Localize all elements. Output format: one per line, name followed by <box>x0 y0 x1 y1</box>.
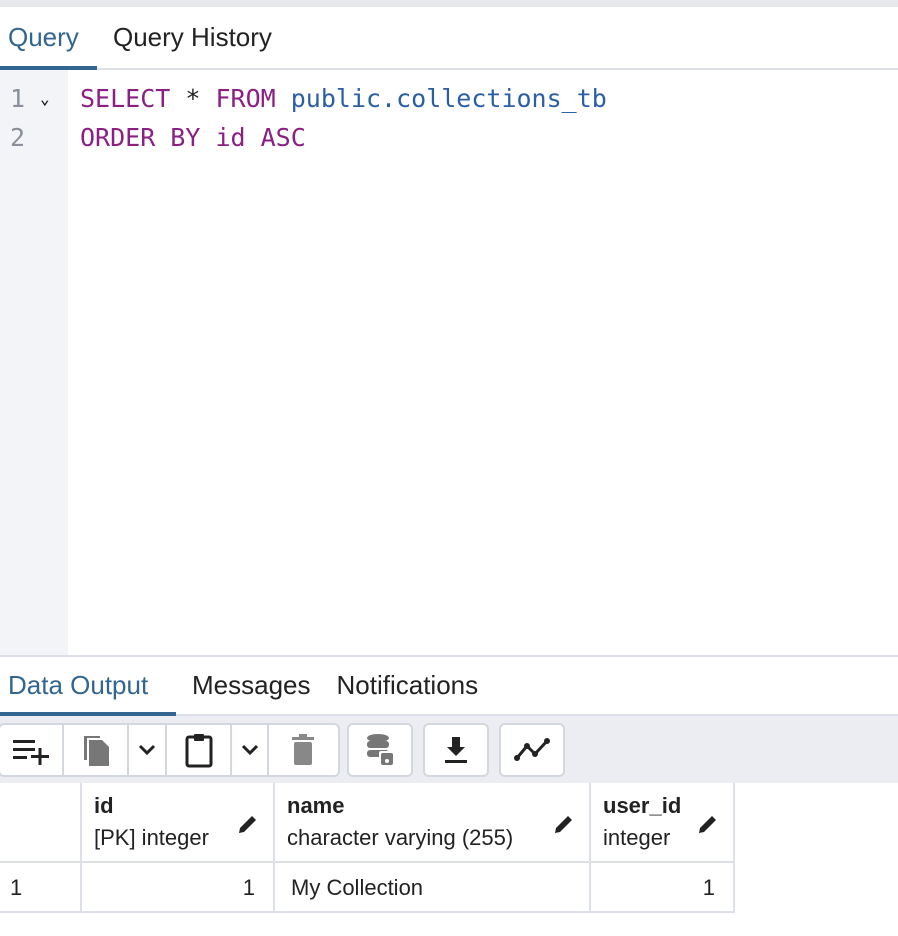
chevron-down-icon <box>139 744 156 756</box>
code-line[interactable]: ORDER BY id ASC <box>80 123 306 152</box>
download-icon <box>445 737 467 763</box>
line-number: 1 <box>10 84 26 113</box>
keyword: FROM <box>215 84 276 113</box>
output-tabs: Data Output Messages Notifications <box>0 655 898 716</box>
add-row-button[interactable] <box>0 725 65 775</box>
add-row-icon <box>13 740 50 765</box>
data-toolbar <box>0 716 898 783</box>
fold-chevron-icon[interactable]: ⌄ <box>40 89 50 108</box>
table-cell-user-id[interactable]: 1 <box>591 863 735 913</box>
chevron-down-icon <box>241 744 258 756</box>
sql-editor[interactable]: 1 ⌄ SELECT * FROM public.collections_tb … <box>0 70 898 655</box>
keyword: SELECT <box>80 84 171 113</box>
paste-button[interactable] <box>167 725 233 775</box>
query-tabs: Query Query History <box>0 7 898 70</box>
column-name: user_id <box>603 793 682 818</box>
tab-data-output[interactable]: Data Output <box>0 657 176 716</box>
table-cell-id[interactable]: 1 <box>82 863 275 913</box>
tab-query-history[interactable]: Query History <box>97 7 280 68</box>
copy-button[interactable] <box>64 725 130 775</box>
edit-pencil-icon[interactable] <box>553 813 575 835</box>
copy-icon <box>83 736 109 766</box>
column-type: character varying (255) <box>287 825 514 850</box>
column-name: name <box>287 793 345 818</box>
column-name: id <box>94 793 114 818</box>
row-number-cell[interactable]: 1 <box>0 863 82 913</box>
edit-button-group <box>0 723 340 777</box>
column-type: integer <box>603 825 671 850</box>
edit-pencil-icon[interactable] <box>697 813 719 835</box>
graph-visualiser-button[interactable] <box>501 725 563 775</box>
copy-options-dropdown[interactable] <box>129 725 168 775</box>
tab-query[interactable]: Query <box>0 7 97 70</box>
row-number-header[interactable] <box>0 783 82 863</box>
tab-messages[interactable]: Messages <box>176 657 319 714</box>
table-cell-name[interactable]: My Collection <box>275 863 591 913</box>
line-number: 2 <box>10 123 26 152</box>
line-gutter <box>0 70 68 655</box>
save-data-button[interactable] <box>349 725 411 775</box>
save-data-button-group <box>347 723 413 777</box>
column-type: [PK] integer <box>94 825 209 850</box>
delete-button[interactable] <box>269 725 338 775</box>
top-strip <box>0 0 898 7</box>
graph-button-group <box>499 723 565 777</box>
save-data-icon <box>367 734 394 766</box>
paste-icon <box>185 734 213 768</box>
graph-icon <box>514 738 550 761</box>
paste-options-dropdown[interactable] <box>232 725 269 775</box>
code-line[interactable]: SELECT * FROM public.collections_tb <box>80 84 607 113</box>
tab-notifications[interactable]: Notifications <box>319 657 487 714</box>
delete-icon <box>292 734 315 765</box>
column-header-id[interactable]: id [PK] integer <box>82 783 275 863</box>
edit-pencil-icon[interactable] <box>237 813 259 835</box>
column-header-user-id[interactable]: user_id integer <box>591 783 735 863</box>
identifier: public.collections_tb <box>275 84 607 113</box>
column-header-name[interactable]: name character varying (255) <box>275 783 591 863</box>
operator: * <box>170 84 216 113</box>
download-button[interactable] <box>425 725 487 775</box>
download-button-group <box>423 723 489 777</box>
